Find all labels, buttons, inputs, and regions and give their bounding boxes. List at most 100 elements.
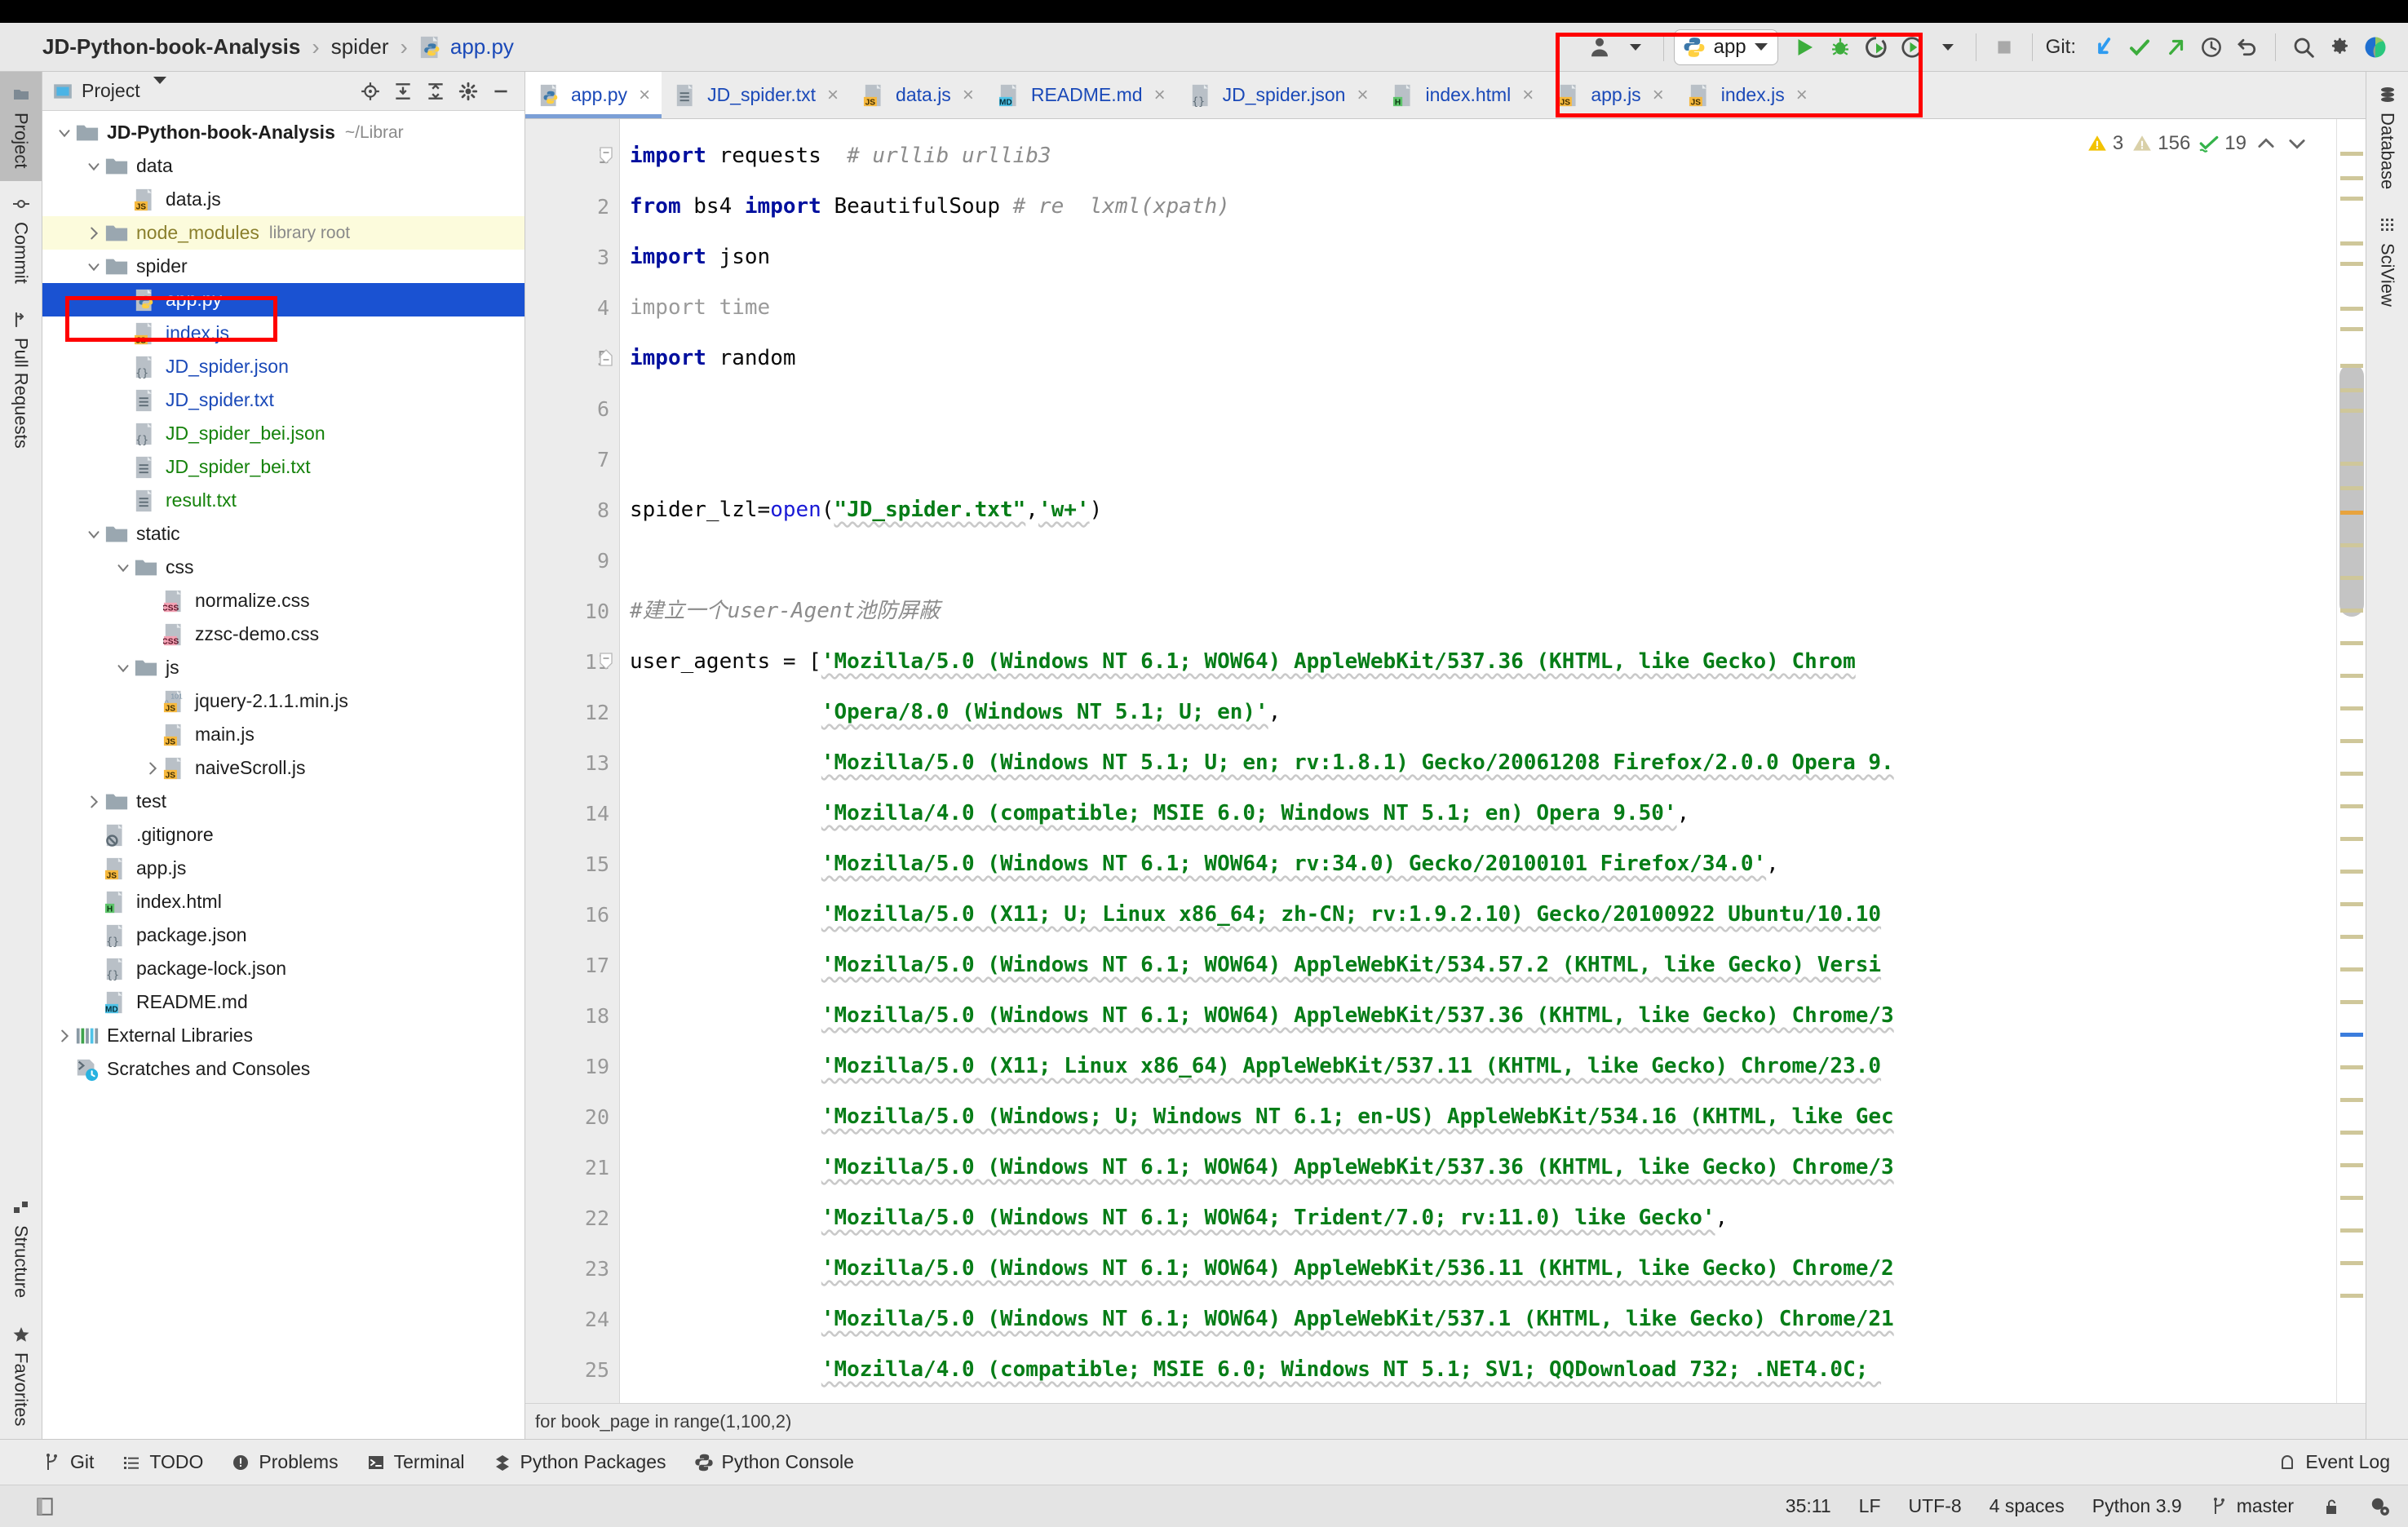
- tree-node-index-js[interactable]: JS index.js: [42, 316, 525, 350]
- line-number[interactable]: 22: [525, 1193, 619, 1243]
- code-line[interactable]: [620, 434, 2336, 485]
- breadcrumb-item-folder[interactable]: spider: [331, 34, 389, 60]
- editor-tab-app-js[interactable]: JS app.js ×: [1545, 72, 1675, 118]
- run-coverage-icon[interactable]: [1858, 29, 1894, 65]
- code-editor[interactable]: import requests # urllib urllib3 from bs4…: [620, 119, 2336, 1403]
- tree-node-data[interactable]: data: [42, 149, 525, 183]
- code-line[interactable]: import time: [620, 282, 2336, 333]
- editor-tab-data-js[interactable]: JS data.js ×: [850, 72, 985, 118]
- inspection-level-icon[interactable]: [2369, 1496, 2390, 1517]
- line-number[interactable]: 19: [525, 1041, 619, 1091]
- collapse-all-icon[interactable]: [422, 77, 449, 105]
- tool-window-git[interactable]: Git: [42, 1451, 94, 1473]
- tree-node-naivescroll-js[interactable]: JS naiveScroll.js: [42, 751, 525, 785]
- fold-handle-start[interactable]: [598, 653, 614, 670]
- line-number[interactable]: 25: [525, 1344, 619, 1395]
- ide-logo-icon[interactable]: [2357, 29, 2393, 65]
- code-line[interactable]: #建立一个user-Agent池防屏蔽: [620, 586, 2336, 636]
- tool-window-python-packages[interactable]: Python Packages: [493, 1451, 666, 1473]
- tree-node-scratches-and-consoles[interactable]: Scratches and Consoles: [42, 1052, 525, 1086]
- python-interpreter[interactable]: Python 3.9: [2092, 1495, 2182, 1517]
- profile-caret-icon[interactable]: [1930, 29, 1966, 65]
- indent-setting[interactable]: 4 spaces: [1990, 1495, 2065, 1517]
- line-number[interactable]: 20: [525, 1091, 619, 1142]
- run-configuration-selector[interactable]: app: [1673, 29, 1778, 65]
- git-push-icon[interactable]: [2158, 29, 2193, 65]
- code-line[interactable]: 'Mozilla/5.0 (X11; U; Linux x86_64; zh-C…: [620, 889, 2336, 940]
- sidebar-item-favorites[interactable]: Favorites: [0, 1312, 42, 1439]
- sidebar-item-project[interactable]: Project: [0, 72, 42, 182]
- tree-node-jd-spider-json[interactable]: {} JD_spider.json: [42, 350, 525, 383]
- code-line[interactable]: 'Mozilla/5.0 (Windows NT 5.1; U; en; rv:…: [620, 737, 2336, 788]
- chevron-down-icon[interactable]: [113, 557, 134, 578]
- tree-node-jd-spider-bei-txt[interactable]: JD_spider_bei.txt: [42, 450, 525, 484]
- locate-icon[interactable]: [356, 77, 384, 105]
- sidebar-item-commit[interactable]: Commit: [0, 181, 42, 297]
- line-number[interactable]: 3: [525, 232, 619, 282]
- event-log-button[interactable]: Event Log: [2277, 1451, 2408, 1473]
- tree-node-readme-md[interactable]: MD README.md: [42, 985, 525, 1019]
- code-line[interactable]: 'Mozilla/4.0 (compatible; MSIE 6.0; Wind…: [620, 788, 2336, 839]
- line-number[interactable]: 7: [525, 434, 619, 485]
- code-line[interactable]: import json: [620, 232, 2336, 282]
- line-number[interactable]: 6: [525, 383, 619, 434]
- gear-icon[interactable]: [2322, 29, 2357, 65]
- code-line[interactable]: 'Mozilla/5.0 (Windows NT 6.1; WOW64; Tri…: [620, 1193, 2336, 1243]
- hide-icon[interactable]: [487, 77, 515, 105]
- line-number[interactable]: 24: [525, 1294, 619, 1344]
- code-line[interactable]: spider_lzl=open("JD_spider.txt",'w+'): [620, 485, 2336, 535]
- chevron-down-icon[interactable]: [83, 156, 104, 177]
- code-line[interactable]: 'Mozilla/5.0 (Windows NT 6.1; WOW64) App…: [620, 1142, 2336, 1193]
- editor-tab-index-js[interactable]: JS index.js ×: [1675, 72, 1819, 118]
- close-icon[interactable]: ×: [1357, 84, 1368, 107]
- tree-node-static[interactable]: static: [42, 517, 525, 551]
- editor-tab-readme-md[interactable]: MD README.md ×: [985, 72, 1177, 118]
- gear-icon[interactable]: [454, 77, 482, 105]
- line-number[interactable]: 8: [525, 485, 619, 535]
- tree-node-app-py[interactable]: app.py: [42, 283, 525, 316]
- code-line[interactable]: 'Mozilla/5.0 (X11; Linux x86_64) AppleWe…: [620, 1041, 2336, 1091]
- unlocked-icon[interactable]: [2322, 1497, 2341, 1516]
- line-number[interactable]: 9: [525, 535, 619, 586]
- tree-node-zzsc-demo-css[interactable]: CSS zzsc-demo.css: [42, 617, 525, 651]
- git-history-icon[interactable]: [2193, 29, 2229, 65]
- code-line[interactable]: from bs4 import BeautifulSoup # re lxml(…: [620, 181, 2336, 232]
- chevron-right-icon[interactable]: [142, 758, 163, 779]
- chevron-up-icon[interactable]: [2255, 132, 2277, 155]
- sidebar-item-pull-requests[interactable]: Pull Requests: [0, 297, 42, 462]
- close-icon[interactable]: ×: [639, 84, 650, 107]
- tree-node-jd-spider-txt[interactable]: JD_spider.txt: [42, 383, 525, 417]
- tree-node-js[interactable]: js: [42, 651, 525, 684]
- tree-node-jd-spider-bei-json[interactable]: {} JD_spider_bei.json: [42, 417, 525, 450]
- profile-icon[interactable]: [1894, 29, 1930, 65]
- chevron-right-icon[interactable]: [54, 1025, 75, 1047]
- tree-node-spider[interactable]: spider: [42, 250, 525, 283]
- tree-node-package-json[interactable]: {} package.json: [42, 918, 525, 952]
- line-number[interactable]: 17: [525, 940, 619, 990]
- chevron-down-icon[interactable]: [2286, 132, 2308, 155]
- code-line[interactable]: [620, 535, 2336, 586]
- code-line[interactable]: 'Opera/8.0 (Windows NT 5.1; U; en)',: [620, 687, 2336, 737]
- git-branch-widget[interactable]: master: [2210, 1495, 2294, 1517]
- sidebar-item-structure[interactable]: Structure: [0, 1184, 42, 1311]
- line-number[interactable]: 13: [525, 737, 619, 788]
- chevron-down-icon[interactable]: [83, 256, 104, 277]
- line-number[interactable]: 16: [525, 889, 619, 940]
- debug-icon[interactable]: [1822, 29, 1858, 65]
- tool-window-todo[interactable]: TODO: [122, 1451, 203, 1473]
- code-line[interactable]: 'Mozilla/5.0 (Windows NT 6.1; WOW64) App…: [620, 1243, 2336, 1294]
- tool-window-terminal[interactable]: Terminal: [366, 1451, 465, 1473]
- code-line[interactable]: [620, 383, 2336, 434]
- chevron-down-icon[interactable]: [153, 76, 166, 99]
- editor-tab-jd-spider-json[interactable]: {} JD_spider.json ×: [1177, 72, 1380, 118]
- code-line[interactable]: user_agents = ['Mozilla/5.0 (Windows NT …: [620, 636, 2336, 687]
- chevron-right-icon[interactable]: [83, 791, 104, 812]
- editor-marker-scrollbar[interactable]: [2336, 119, 2366, 1403]
- tool-window-python-console[interactable]: Python Console: [694, 1451, 854, 1473]
- chevron-down-icon[interactable]: [83, 524, 104, 545]
- expand-all-icon[interactable]: [389, 77, 417, 105]
- tree-node-app-js[interactable]: JS app.js: [42, 852, 525, 885]
- breadcrumb-item-project[interactable]: JD-Python-book-Analysis: [42, 34, 300, 60]
- code-line[interactable]: 'Mozilla/5.0 (Windows NT 6.1; WOW64) App…: [620, 990, 2336, 1041]
- tree-node-jquery-2-1-1-min-js[interactable]: 101 0 JS jquery-2.1.1.min.js: [42, 684, 525, 718]
